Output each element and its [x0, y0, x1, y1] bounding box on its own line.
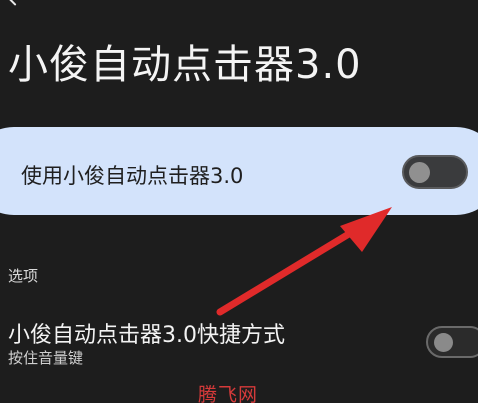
page-title: 小俊自动点击器3.0 — [8, 42, 362, 88]
settings-screen: 小俊自动点击器3.0 使用小俊自动点击器3.0 选项 小俊自动点击器3.0快捷方… — [0, 0, 478, 403]
shortcut-title: 小俊自动点击器3.0快捷方式 — [8, 323, 285, 348]
shortcut-toggle[interactable] — [426, 326, 478, 358]
back-button[interactable] — [0, 0, 36, 18]
watermark-text: 腾飞网 — [198, 384, 259, 403]
options-section-header: 选项 — [8, 267, 39, 285]
back-arrow-icon — [9, 0, 17, 6]
main-switch-toggle[interactable] — [402, 155, 468, 189]
main-switch-label: 使用小俊自动点击器3.0 — [21, 164, 244, 188]
toggle-knob — [409, 162, 430, 183]
shortcut-setting-row[interactable]: 小俊自动点击器3.0快捷方式 按住音量键 — [0, 305, 478, 380]
toggle-knob — [434, 333, 453, 352]
shortcut-subtitle: 按住音量键 — [8, 349, 84, 367]
